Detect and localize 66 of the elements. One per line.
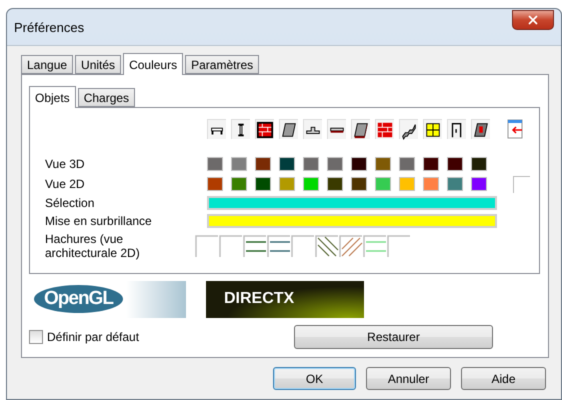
color-swatch[interactable] bbox=[399, 157, 415, 171]
stairs-icon[interactable] bbox=[399, 119, 418, 139]
color-bar[interactable] bbox=[207, 196, 497, 210]
row-label: Mise en surbrillance bbox=[45, 214, 153, 228]
hatch-pattern[interactable] bbox=[339, 235, 363, 257]
window-icon[interactable] bbox=[423, 119, 442, 139]
hatch-pattern[interactable] bbox=[267, 235, 291, 257]
restore-button[interactable]: Restaurer bbox=[294, 325, 493, 349]
color-swatch[interactable] bbox=[207, 157, 223, 171]
import-icon[interactable] bbox=[507, 119, 523, 139]
color-swatch[interactable] bbox=[207, 177, 223, 191]
tab[interactable]: Langue bbox=[21, 55, 74, 74]
close-button[interactable] bbox=[512, 10, 554, 30]
color-swatch[interactable] bbox=[447, 177, 463, 191]
slab-icon[interactable] bbox=[279, 119, 298, 139]
color-swatch[interactable] bbox=[231, 177, 247, 191]
row-label: Vue 2D bbox=[45, 177, 86, 191]
lintel-icon[interactable] bbox=[327, 119, 346, 139]
color-swatch[interactable] bbox=[399, 177, 415, 191]
color-slot[interactable] bbox=[513, 176, 530, 192]
color-swatch[interactable] bbox=[423, 157, 439, 171]
dialog-button[interactable]: Aide bbox=[461, 367, 546, 390]
tab[interactable]: Paramètres bbox=[185, 55, 260, 74]
row-label: Sélection bbox=[45, 196, 96, 210]
color-swatch[interactable] bbox=[279, 157, 295, 171]
color-swatch[interactable] bbox=[471, 177, 487, 191]
color-swatch[interactable] bbox=[423, 177, 439, 191]
row-label: Hachures (vue architecturale 2D) bbox=[45, 232, 141, 260]
color-swatch[interactable] bbox=[279, 177, 295, 191]
opengl-logo: OpenGL bbox=[34, 285, 123, 313]
color-swatch[interactable] bbox=[471, 157, 487, 171]
color-swatch[interactable] bbox=[375, 157, 391, 171]
hatch-pattern[interactable] bbox=[243, 235, 267, 257]
color-swatch[interactable] bbox=[327, 157, 343, 171]
tab[interactable]: Charges bbox=[78, 88, 136, 107]
color-swatch[interactable] bbox=[303, 157, 319, 171]
tab[interactable]: Couleurs bbox=[123, 53, 184, 75]
brick-wall-icon[interactable] bbox=[255, 119, 274, 139]
column-icon[interactable] bbox=[231, 119, 250, 139]
color-swatch[interactable] bbox=[255, 157, 271, 171]
color-swatch[interactable] bbox=[351, 157, 367, 171]
door-icon[interactable] bbox=[447, 119, 466, 139]
opening-icon[interactable] bbox=[471, 119, 490, 139]
roof-slab-icon[interactable] bbox=[351, 119, 370, 139]
close-icon bbox=[526, 13, 540, 27]
color-swatch[interactable] bbox=[375, 177, 391, 191]
checkbox[interactable] bbox=[29, 330, 43, 344]
gradient-strip bbox=[126, 280, 186, 318]
beam-icon[interactable] bbox=[207, 119, 226, 139]
window-title: Préférences bbox=[14, 20, 84, 34]
color-swatch[interactable] bbox=[327, 177, 343, 191]
footing-icon[interactable] bbox=[303, 119, 322, 139]
directx-logo: DIRECTX bbox=[206, 280, 364, 318]
color-swatch[interactable] bbox=[231, 157, 247, 171]
color-swatch[interactable] bbox=[255, 177, 271, 191]
color-bar[interactable] bbox=[207, 214, 497, 228]
tab[interactable]: Unités bbox=[75, 55, 122, 74]
tab[interactable]: Objets bbox=[29, 86, 76, 108]
dialog-button[interactable]: Annuler bbox=[366, 367, 451, 390]
hatch-pattern[interactable] bbox=[315, 235, 339, 257]
row-label: Vue 3D bbox=[45, 157, 86, 171]
color-swatch[interactable] bbox=[351, 177, 367, 191]
color-swatch[interactable] bbox=[303, 177, 319, 191]
checkbox-label: Définir par défaut bbox=[47, 330, 140, 344]
color-swatch[interactable] bbox=[447, 157, 463, 171]
dialog-button[interactable]: OK bbox=[273, 367, 356, 390]
